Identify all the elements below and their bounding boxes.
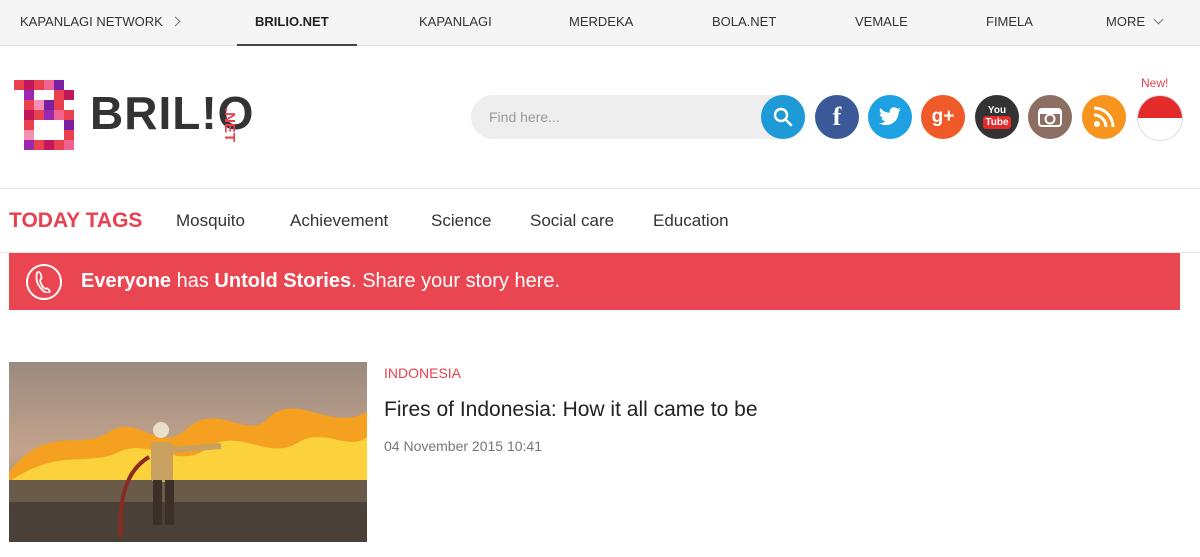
youtube-icon[interactable]: You Tube [975,95,1019,139]
network-item-label: FIMELA [986,14,1033,29]
search-input[interactable] [489,95,749,139]
network-item-label: KAPANLAGI [419,14,492,29]
chevron-down-icon [1153,14,1164,25]
network-fimela-link[interactable]: FIMELA [986,0,1033,46]
network-item-label: KAPANLAGI NETWORK [20,14,163,29]
banner-text: Everyone has Untold Stories. Share your … [81,270,560,293]
banner-text-untold-stories: Untold Stories [214,270,352,292]
search-button[interactable] [761,95,805,139]
network-brilio-link[interactable]: BRILIO.NET [255,0,329,46]
search-icon [773,107,793,127]
googleplus-icon[interactable]: g+ [921,95,965,139]
network-bar: KAPANLAGI NETWORK BRILIO.NET KAPANLAGI M… [0,0,1200,46]
search-box [471,95,806,139]
article-category[interactable]: INDONESIA [384,365,461,381]
network-kapanlagi-link[interactable]: KAPANLAGI [419,0,492,46]
network-item-label: VEMALE [855,14,908,29]
facebook-icon[interactable]: f [815,95,859,139]
rss-icon[interactable] [1082,95,1126,139]
network-kapanlagi-network-link[interactable]: KAPANLAGI NETWORK [20,0,181,46]
tag-link[interactable]: Mosquito [176,211,245,231]
network-more-link[interactable]: MORE [1106,0,1164,46]
tag-link[interactable]: Education [653,211,729,231]
article-thumbnail[interactable] [9,362,367,542]
twitter-icon[interactable] [868,95,912,139]
active-tab-indicator [237,44,357,46]
network-item-label: MERDEKA [569,14,634,29]
network-item-label: BOLA.NET [712,14,777,29]
article-image [9,362,367,542]
article-date: 04 November 2015 10:41 [384,438,542,454]
chevron-right-icon [170,16,181,27]
banner-text-has: has [171,270,215,292]
network-merdeka-link[interactable]: MERDEKA [569,0,633,46]
tag-link[interactable]: Social care [530,211,614,231]
untold-stories-banner[interactable]: Everyone has Untold Stories. Share your … [9,253,1180,310]
today-tags-label: TODAY TAGS [9,209,143,232]
article-title[interactable]: Fires of Indonesia: How it all came to b… [384,398,758,422]
network-item-label: MORE [1106,14,1145,29]
phone-icon [26,264,62,300]
network-item-label: BRILIO.NET [255,14,329,29]
banner-text-share: . Share your story here. [351,270,561,292]
banner-text-everyone: Everyone [81,270,172,292]
brilio-logo[interactable]: BRIL!O .NET [14,80,274,155]
today-tags-bar: TODAY TAGS Mosquito Achievement Science … [0,189,1200,253]
logo-suffix: .NET [221,108,238,143]
indonesia-flag-icon[interactable] [1137,95,1183,141]
new-label: New! [1141,76,1169,90]
tag-link[interactable]: Science [431,211,491,231]
network-bola-link[interactable]: BOLA.NET [712,0,776,46]
tag-link[interactable]: Achievement [290,211,388,231]
brilio-logo-mark-icon [14,80,74,150]
network-vemale-link[interactable]: VEMALE [855,0,908,46]
instagram-icon[interactable] [1028,95,1072,139]
